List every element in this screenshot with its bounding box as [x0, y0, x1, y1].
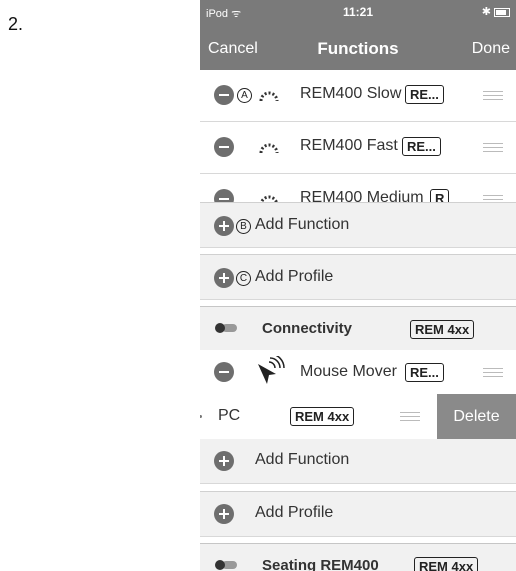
device-tag: RE...	[405, 85, 444, 104]
device-tag: RE...	[402, 137, 441, 156]
function-label: REM400 Slow	[300, 85, 402, 102]
add-circle-icon[interactable]	[214, 451, 234, 471]
mouse-pointer-icon	[258, 356, 285, 384]
swipe-edge-dot	[200, 415, 202, 418]
add-profile-row[interactable]: Add Profile	[200, 491, 516, 537]
add-circle-icon[interactable]	[214, 216, 234, 236]
section-title: Connectivity	[262, 320, 353, 337]
callout-marker: B	[236, 219, 251, 234]
status-right: ✱	[482, 5, 510, 18]
toggle-switch-icon	[215, 560, 237, 570]
function-row[interactable]: A REM400 Slow RE...	[200, 70, 516, 122]
delete-button[interactable]: Delete	[437, 394, 516, 439]
add-profile-row[interactable]: C Add Profile	[200, 254, 516, 300]
device-tag: REM 4xx	[414, 557, 479, 571]
reorder-handle-icon[interactable]	[483, 368, 503, 377]
add-circle-icon[interactable]	[214, 268, 234, 288]
done-button[interactable]: Done	[472, 40, 510, 58]
reorder-handle-icon[interactable]	[483, 91, 503, 100]
phone-screen: iPod ᯤ 11:21 ✱ Cancel Functions Done A R…	[200, 0, 516, 571]
section-header-connectivity[interactable]: Connectivity REM 4xx	[200, 306, 516, 352]
callout-marker: C	[236, 271, 251, 286]
function-label: Mouse Mover	[300, 363, 397, 380]
function-label: PC	[218, 407, 241, 424]
delete-circle-icon[interactable]	[214, 362, 234, 382]
add-profile-label: Add Profile	[255, 504, 334, 521]
add-function-row[interactable]: B Add Function	[200, 202, 516, 248]
add-function-label: Add Function	[255, 451, 350, 468]
add-circle-icon[interactable]	[214, 504, 234, 524]
reorder-handle-icon[interactable]	[483, 143, 503, 152]
bluetooth-icon: ✱	[481, 6, 491, 18]
reorder-handle-icon[interactable]	[400, 412, 420, 421]
speedometer-icon	[259, 91, 279, 102]
add-profile-label: Add Profile	[255, 268, 334, 285]
function-row[interactable]: Mouse Mover RE...	[200, 350, 516, 395]
function-row[interactable]: REM400 Fast RE...	[200, 122, 516, 174]
swiped-function-row[interactable]: PC REM 4xx Delete	[200, 394, 516, 440]
speedometer-icon	[259, 143, 279, 154]
page-title: Functions	[317, 39, 399, 58]
battery-icon	[494, 7, 510, 17]
status-time: 11:21	[342, 5, 374, 19]
add-function-row[interactable]: Add Function	[200, 439, 516, 484]
function-label: REM400 Fast	[300, 137, 398, 154]
delete-circle-icon[interactable]	[214, 85, 234, 105]
device-tag: REM 4xx	[410, 320, 475, 339]
delete-circle-icon[interactable]	[214, 137, 234, 157]
device-tag: RE...	[405, 363, 444, 382]
device-tag: REM 4xx	[290, 407, 355, 426]
nav-bar: Cancel Functions Done	[200, 30, 516, 70]
callout-marker: A	[237, 88, 252, 103]
toggle-switch-icon	[215, 323, 237, 333]
section-title: Seating REM400	[262, 557, 379, 571]
status-bar: iPod ᯤ 11:21 ✱	[200, 0, 516, 30]
step-label: 2.	[8, 14, 24, 34]
add-function-label: Add Function	[255, 216, 350, 233]
section-header-seating[interactable]: Seating REM400 REM 4xx	[200, 543, 516, 571]
